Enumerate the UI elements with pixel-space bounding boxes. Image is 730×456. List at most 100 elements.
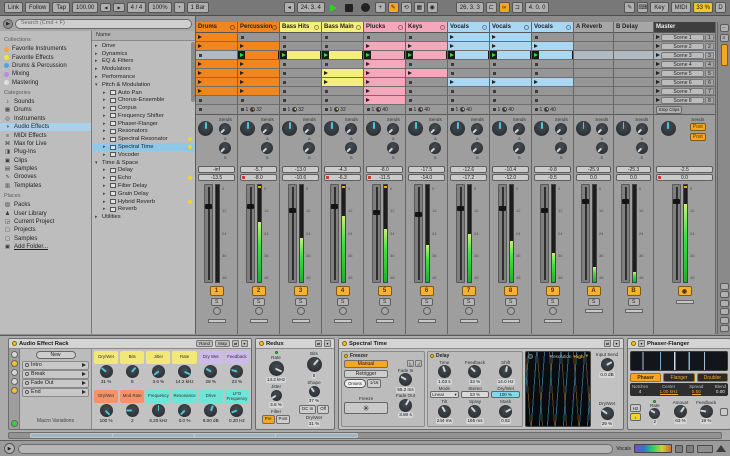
macro-value[interactable]: 0.20 Hz (228, 418, 246, 424)
st-shift-knob[interactable] (499, 365, 513, 379)
browser-item-corpus[interactable]: ▸ Corpus (92, 104, 195, 112)
macro-value[interactable]: 8.00 dB (202, 418, 220, 424)
send-a-knob[interactable] (635, 123, 648, 135)
scene-slot[interactable]: Scene 33 (654, 51, 715, 60)
st-stereo-value[interactable]: 53 % (460, 391, 490, 399)
clip-slot[interactable] (490, 60, 531, 69)
browser-item-echo[interactable]: ▸ Echo (92, 174, 195, 182)
clip-slot[interactable] (364, 96, 405, 105)
macro-value[interactable]: 0.0 % (178, 418, 192, 424)
redux-filter-post-button[interactable]: Post (275, 415, 291, 424)
clip-launch-icon[interactable] (198, 35, 202, 39)
fade-ramp-out-icon[interactable]: ◿ (415, 360, 422, 367)
volume-field[interactable]: 0.0 (656, 174, 713, 181)
spectral-display[interactable]: Resolution High ▾ (525, 351, 591, 427)
macro-dial[interactable] (230, 404, 244, 417)
arm-button[interactable] (254, 307, 263, 315)
sidebar-item-grooves[interactable]: ∿ Grooves (0, 173, 91, 181)
clip-slot[interactable] (280, 96, 321, 105)
capture-midi-button[interactable]: ▦ (413, 2, 425, 13)
scene-name[interactable]: Scene 1 (661, 33, 704, 41)
variation-select-icon[interactable] (25, 390, 29, 394)
browser-scrollbar[interactable] (191, 42, 195, 102)
sidebar-item-midi-effects[interactable]: ≡ MIDI Effects (0, 131, 91, 139)
send-b-knob[interactable] (387, 142, 400, 154)
rack-map-button[interactable]: Map (215, 340, 230, 347)
redux-on-led[interactable] (259, 341, 264, 346)
track-stop-button[interactable] (409, 108, 412, 111)
sidebar-item-clips[interactable]: ▣ Clips (0, 157, 91, 165)
arm-button[interactable] (338, 307, 347, 315)
re-enable-automation-button[interactable]: ⟲ (400, 2, 412, 13)
scene-slot[interactable]: Scene 88 (654, 96, 715, 105)
clip-launch-icon[interactable] (366, 62, 370, 66)
solo-button[interactable]: S (587, 297, 600, 306)
clip-slot[interactable] (196, 42, 237, 51)
track-activator-button[interactable]: B (626, 286, 641, 296)
tempo-field[interactable]: 100.00 (72, 2, 99, 13)
clip-slot[interactable] (448, 42, 489, 51)
spectral-delay-on-led[interactable] (430, 354, 434, 358)
session-record-button[interactable]: ◉ (426, 2, 438, 13)
redux-shape-knob[interactable] (308, 386, 320, 398)
solo-button[interactable]: S (627, 297, 640, 306)
macro-value[interactable]: 14.2 kHz (175, 379, 195, 385)
st-feedback-knob[interactable] (468, 365, 482, 379)
pan-knob[interactable] (282, 121, 298, 136)
return-track-header[interactable]: B Delay (614, 22, 653, 33)
clip-slot[interactable] (322, 87, 363, 96)
clip-stop-icon[interactable] (240, 35, 244, 39)
clip-launch-icon[interactable] (492, 35, 496, 39)
scene-launch-icon[interactable] (656, 44, 660, 48)
clip-slot[interactable] (322, 69, 363, 78)
punch-in-button[interactable]: ⊏ (485, 2, 497, 13)
rack-show-variations-icon[interactable] (10, 387, 18, 394)
scene-launch-icon[interactable] (656, 89, 660, 93)
track-activator-button[interactable]: 1 (209, 286, 224, 296)
clip-slot[interactable] (196, 33, 237, 42)
mixer-track-options-toggle[interactable] (719, 316, 729, 324)
sidebar-item-samples[interactable]: ▤ Samples (0, 165, 91, 173)
rack-rand-button[interactable]: Rand (196, 340, 214, 347)
pan-knob[interactable] (408, 121, 424, 136)
punch-out-button[interactable]: ⊐ (511, 2, 523, 13)
clip-slot[interactable] (238, 78, 279, 87)
volume-fader[interactable] (581, 184, 590, 283)
send-b-knob[interactable] (595, 142, 608, 154)
collection-item-mastering[interactable]: Mastering (0, 79, 91, 87)
param-value[interactable]: 0.50 (691, 389, 701, 395)
clip-stop-icon[interactable] (282, 98, 286, 102)
fader-cap[interactable] (205, 204, 212, 210)
post-pre-toggle-a[interactable]: Post (689, 123, 706, 131)
arm-button[interactable] (380, 307, 389, 315)
peak-level-field[interactable]: -2.5 (656, 166, 713, 173)
track-activator-button[interactable]: 5 (377, 286, 392, 296)
clip-slot[interactable] (490, 87, 531, 96)
clip-slot[interactable] (280, 60, 321, 69)
clip-slot[interactable] (490, 51, 531, 60)
clip-playing-icon[interactable] (408, 53, 412, 57)
volume-fader[interactable] (498, 184, 507, 283)
track-stop-button[interactable] (367, 108, 370, 111)
track-activator-button[interactable]: 2 (251, 286, 266, 296)
volume-fader[interactable] (288, 184, 297, 283)
clip-slot[interactable] (490, 96, 531, 105)
volume-field[interactable]: -17.2 (450, 174, 487, 181)
send-a-knob[interactable] (513, 123, 526, 135)
solo-button[interactable]: S (336, 297, 349, 306)
send-a-knob[interactable] (219, 123, 232, 135)
phaser-feedback-knob[interactable] (699, 405, 713, 419)
scene-name[interactable]: Scene 8 (661, 96, 704, 104)
clip-slot[interactable] (406, 60, 447, 69)
clip-launch-icon[interactable] (534, 44, 538, 48)
loop-length-field[interactable]: 4. 0. 0 (524, 2, 550, 13)
input-send-knob[interactable] (600, 358, 614, 372)
input-send-value[interactable]: 0.0 dB (599, 372, 615, 379)
volume-field[interactable]: -10.6 (282, 174, 319, 181)
clip-slot[interactable] (364, 42, 405, 51)
fader-cap[interactable] (622, 198, 629, 204)
st-tilt-value[interactable]: 244 ms (435, 418, 453, 425)
phaser-mode-flanger[interactable]: Flanger (663, 372, 695, 382)
volume-fader[interactable] (246, 184, 255, 283)
clip-stop-icon[interactable] (282, 80, 286, 84)
